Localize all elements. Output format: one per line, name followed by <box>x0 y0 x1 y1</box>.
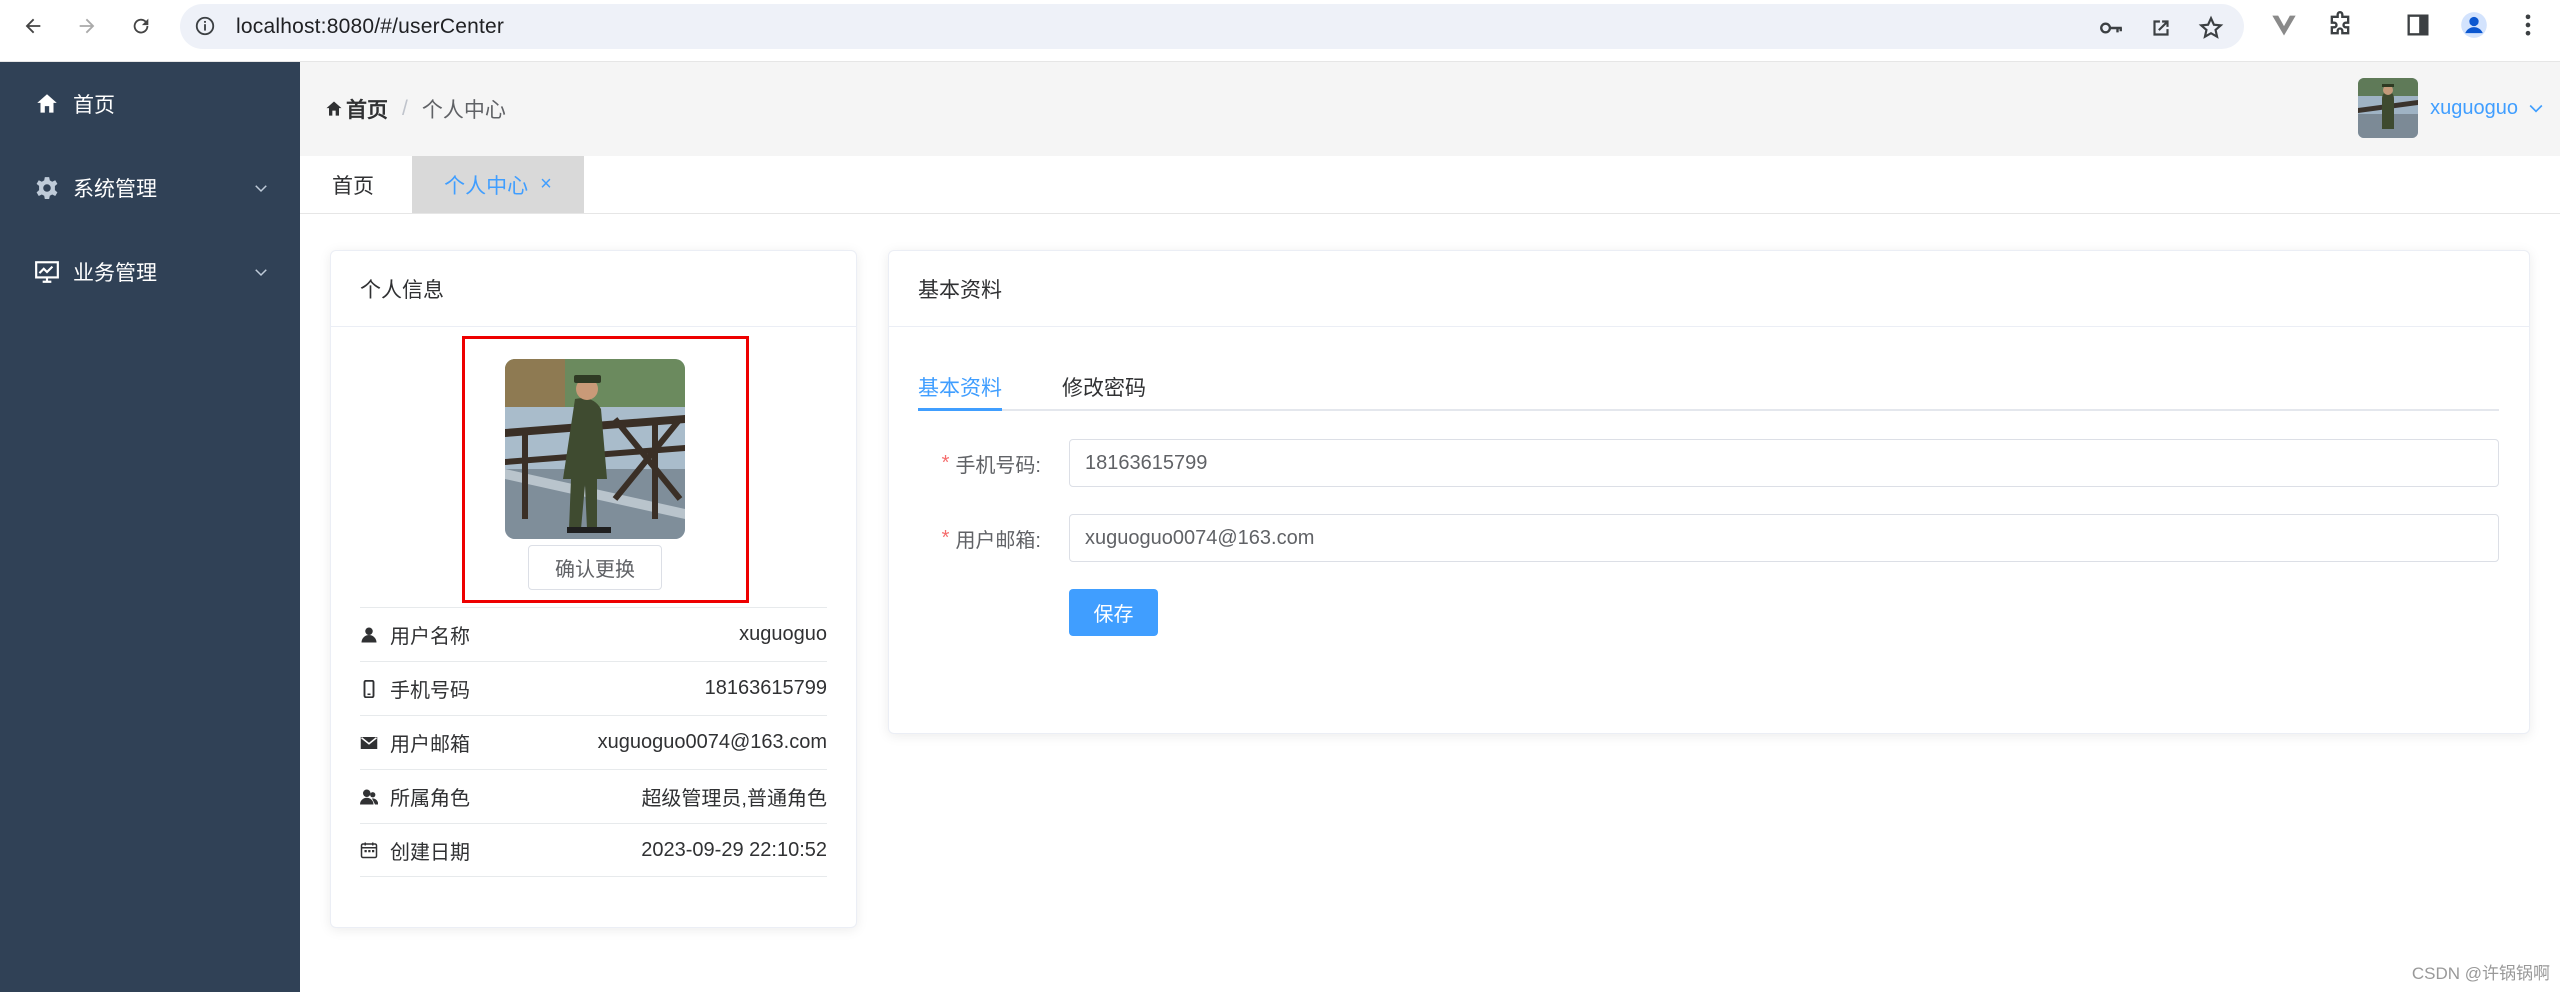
active-tab-indicator <box>918 408 1002 411</box>
info-label: 所属角色 <box>390 788 470 810</box>
sidebar: 首页 系统管理 业务管理 <box>0 62 300 992</box>
tag-label: 首页 <box>332 174 374 198</box>
close-icon[interactable]: × <box>540 173 552 196</box>
info-label: 用户邮箱 <box>390 734 470 756</box>
info-label: 创建日期 <box>390 841 470 864</box>
list-item: 手机号码 18163615799 <box>360 661 827 715</box>
puzzle-icon <box>2330 11 2350 35</box>
tag-user-center[interactable]: 个人中心 × <box>412 156 584 213</box>
home-icon <box>34 91 60 117</box>
info-value: 18163615799 <box>704 677 827 699</box>
profile-card-title: 个人信息 <box>331 251 856 327</box>
email-input[interactable]: xuguoguo0074@163.com <box>1069 514 2499 562</box>
top-navbar: 首页 / 个人中心 xuguoguo <box>300 62 2560 156</box>
sidebar-item-label: 首页 <box>73 94 115 117</box>
list-item: 用户名称 xuguoguo <box>360 607 827 661</box>
info-value: xuguoguo <box>739 623 827 645</box>
email-label: * 用户邮箱: <box>889 514 1041 562</box>
basic-info-card: 基本资料 基本资料 修改密码 * 手机号码: 18163615799 * 用户邮… <box>888 250 2530 734</box>
basic-card-tabs: 基本资料 修改密码 <box>918 363 2499 411</box>
calendar-icon <box>360 841 378 859</box>
email-form-row: * 用户邮箱: xuguoguo0074@163.com <box>889 514 2531 562</box>
breadcrumb-home[interactable]: 首页 <box>324 94 388 124</box>
password-key-button[interactable] <box>2098 15 2124 41</box>
watermark: CSDN @许锅锅啊 <box>2411 964 2550 983</box>
list-item: 所属角色 超级管理员,普通角色 <box>360 769 827 823</box>
breadcrumb: 首页 / 个人中心 <box>324 94 506 124</box>
key-icon <box>2100 22 2122 34</box>
reload-button[interactable] <box>124 9 158 43</box>
sidebar-item-label: 系统管理 <box>73 178 157 201</box>
info-value: 超级管理员,普通角色 <box>641 788 827 810</box>
side-panel-button[interactable] <box>2404 11 2432 39</box>
arrow-left-icon <box>25 18 41 34</box>
sidebar-item-system[interactable]: 系统管理 <box>0 146 300 230</box>
avatar[interactable] <box>505 359 685 539</box>
users-icon <box>360 788 378 806</box>
browser-toolbar: localhost:8080/#/userCenter <box>0 0 2560 62</box>
user-dropdown[interactable]: xuguoguo <box>2358 77 2546 139</box>
avatar-highlight-box: 确认更换 <box>462 336 749 603</box>
user-icon <box>360 626 378 644</box>
arrow-right-icon <box>79 18 95 34</box>
extension-vue-button[interactable] <box>2270 11 2298 39</box>
external-link-icon <box>2153 20 2169 36</box>
back-button[interactable] <box>16 9 50 43</box>
open-in-new-button[interactable] <box>2148 15 2174 41</box>
list-item: 用户邮箱 xuguoguo0074@163.com <box>360 715 827 769</box>
breadcrumb-current: 个人中心 <box>421 99 506 122</box>
address-bar[interactable]: localhost:8080/#/userCenter <box>180 4 2244 49</box>
forward-button[interactable] <box>70 9 104 43</box>
email-label-text: 用户邮箱: <box>955 529 1041 552</box>
sidebar-item-label: 业务管理 <box>73 262 157 285</box>
phone-label: * 手机号码: <box>889 439 1041 487</box>
vue-devtools-icon <box>2272 15 2296 36</box>
save-button[interactable]: 保存 <box>1069 589 1158 636</box>
tags-view: 首页 个人中心 × <box>300 156 2560 214</box>
info-label: 用户名称 <box>390 626 470 648</box>
sidebar-item-business[interactable]: 业务管理 <box>0 230 300 314</box>
tab-change-password[interactable]: 修改密码 <box>1062 363 1146 411</box>
sidebar-item-home[interactable]: 首页 <box>0 62 300 146</box>
required-mark: * <box>941 451 950 474</box>
gear-icon <box>34 175 60 201</box>
extensions-button[interactable] <box>2326 11 2354 39</box>
monitor-icon <box>34 259 60 285</box>
chevron-down-icon <box>252 263 270 281</box>
phone-input[interactable]: 18163615799 <box>1069 439 2499 487</box>
tab-basic-info[interactable]: 基本资料 <box>918 363 1002 411</box>
profile-card: 个人信息 确认更换 用户名称 xuguoguo 手机号码 18163615799… <box>330 250 857 928</box>
browser-menu-button[interactable] <box>2514 11 2542 39</box>
info-value: xuguoguo0074@163.com <box>597 731 827 753</box>
phone-icon <box>360 679 378 698</box>
required-mark: * <box>941 526 950 549</box>
breadcrumb-separator: / <box>402 97 408 120</box>
confirm-change-button[interactable]: 确认更换 <box>528 545 662 590</box>
mail-icon <box>360 734 378 752</box>
profile-icon <box>2461 12 2487 38</box>
home-icon <box>326 101 342 116</box>
info-label: 手机号码 <box>390 680 470 702</box>
profile-button[interactable] <box>2460 11 2488 39</box>
avatar[interactable] <box>2358 78 2419 138</box>
list-item: 创建日期 2023-09-29 22:10:52 <box>360 823 827 877</box>
chevron-down-icon <box>252 179 270 197</box>
username[interactable]: xuguoguo <box>2430 97 2518 120</box>
breadcrumb-home-label: 首页 <box>346 99 388 122</box>
bookmark-button[interactable] <box>2198 15 2224 41</box>
url-text: localhost:8080/#/userCenter <box>236 15 505 38</box>
profile-info-list: 用户名称 xuguoguo 手机号码 18163615799 用户邮箱 xugu… <box>360 607 827 877</box>
phone-label-text: 手机号码: <box>955 454 1041 477</box>
star-icon <box>2198 15 2224 39</box>
chevron-down-icon[interactable] <box>2526 98 2546 118</box>
info-value: 2023-09-29 22:10:52 <box>641 838 827 861</box>
site-info-icon[interactable] <box>194 15 216 37</box>
tag-home[interactable]: 首页 <box>300 156 406 213</box>
side-panel-icon <box>2407 14 2429 36</box>
more-vert-icon <box>2525 14 2531 36</box>
tag-label: 个人中心 <box>444 174 529 198</box>
basic-card-title: 基本资料 <box>889 251 2529 327</box>
phone-form-row: * 手机号码: 18163615799 <box>889 439 2531 487</box>
reload-icon <box>133 18 149 34</box>
